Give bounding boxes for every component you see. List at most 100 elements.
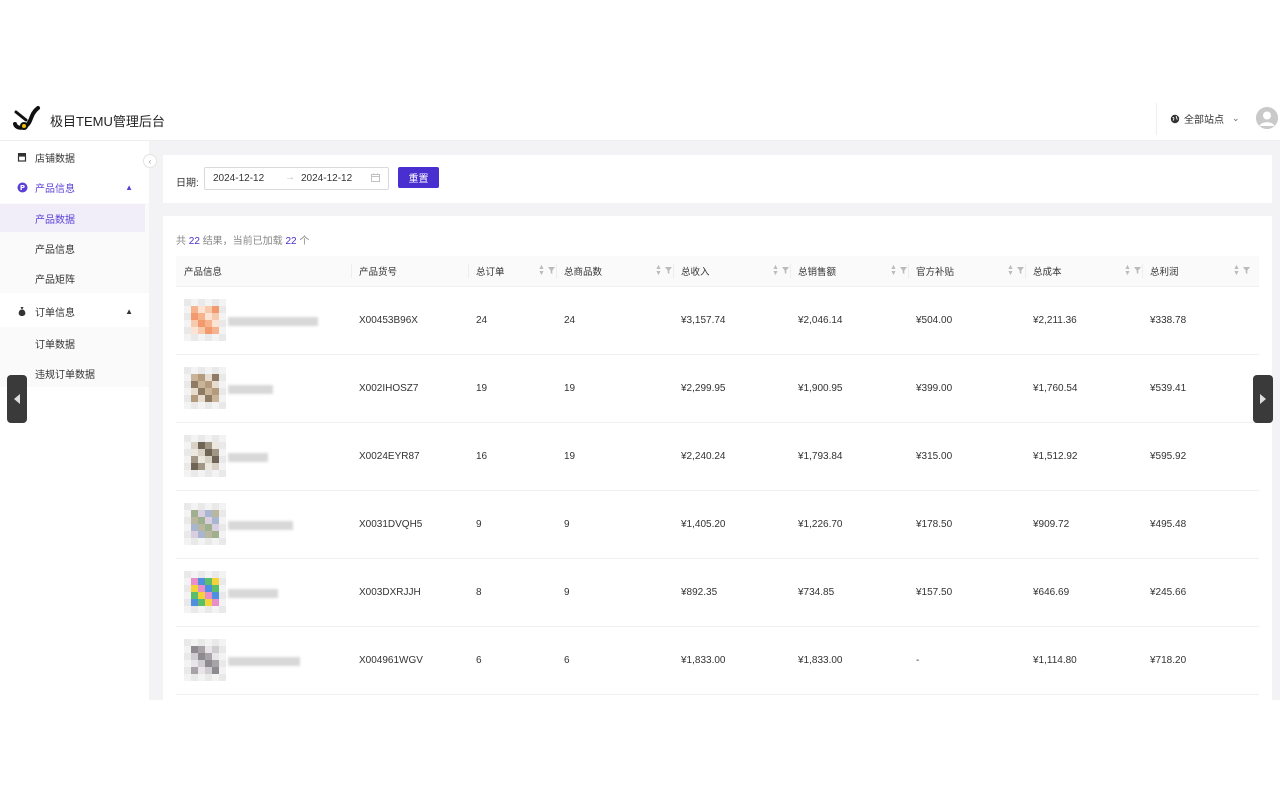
filter-icon[interactable] <box>782 267 789 274</box>
filter-icon[interactable] <box>900 267 907 274</box>
avatar[interactable] <box>1256 107 1278 129</box>
col-sku-header: 产品货号 <box>359 256 476 286</box>
table-row[interactable]: X0031DVQH5 9 9 ¥1,405.20 ¥1,226.70 ¥178.50 ¥90… <box>176 491 1259 559</box>
filter-icon[interactable] <box>1243 267 1250 274</box>
column-label: 总收入 <box>681 267 710 278</box>
site-selector[interactable]: 全部站点 ⌄ <box>1170 111 1240 126</box>
column-separator <box>1025 264 1026 278</box>
product-name-redacted <box>228 453 268 462</box>
col-total-revenue-cell: ¥2,299.95 <box>681 383 726 394</box>
product-thumbnail[interactable] <box>184 503 226 545</box>
reset-button[interactable]: 重置 <box>398 167 439 188</box>
sidebar-item-store-data[interactable]: 店铺数据 <box>0 143 145 171</box>
sidebar-group-order-info[interactable]: 订单信息 ▲ <box>0 297 145 325</box>
product-thumbnail[interactable] <box>184 571 226 613</box>
sort-icon[interactable]: ▲ ▼ <box>1124 264 1131 277</box>
sidebar-item-product-data[interactable]: 产品数据 <box>0 204 145 232</box>
product-icon: P <box>16 181 28 193</box>
table-row[interactable]: X002IHOSZ7 19 19 ¥2,299.95 ¥1,900.95 ¥399.00 ¥… <box>176 355 1259 423</box>
col-total-items-cell: 6 <box>564 655 570 666</box>
col-total-items-cell: 9 <box>564 587 570 598</box>
col-official-subsidy-cell: ¥178.50 <box>916 519 953 530</box>
col-total-items-cell: 19 <box>564 383 576 394</box>
col-total-orders-header[interactable]: 总订单 ▲ ▼ <box>476 256 564 286</box>
col-official-subsidy-cell: - <box>916 655 920 666</box>
next-page-button[interactable] <box>1253 375 1273 423</box>
col-total-cost-cell: ¥1,760.54 <box>1033 383 1078 394</box>
product-name-redacted <box>228 589 278 598</box>
col-product-info-header: 产品信息 <box>184 256 359 286</box>
sidebar-item-order-data[interactable]: 订单数据 <box>0 329 145 357</box>
col-total-cost-cell: ¥646.69 <box>1033 587 1070 598</box>
col-total-profit-header[interactable]: 总利润 ▲ ▼ <box>1150 256 1259 286</box>
chevron-up-icon: ▲ <box>125 182 133 192</box>
product-thumbnail[interactable] <box>184 299 226 341</box>
avatar-icon <box>1256 107 1278 129</box>
col-sku-cell: X0024EYR87 <box>359 451 420 462</box>
col-total-cost-cell: ¥1,114.80 <box>1033 655 1077 666</box>
product-name-redacted <box>228 657 300 666</box>
col-total-cost-header[interactable]: 总成本 ▲ ▼ <box>1033 256 1150 286</box>
column-label: 产品货号 <box>359 267 398 278</box>
col-total-sales-header[interactable]: 总销售额 ▲ ▼ <box>798 256 916 286</box>
column-label: 总商品数 <box>564 267 603 278</box>
summary-suffix: 个 <box>299 236 310 247</box>
col-total-items-header[interactable]: 总商品数 ▲ ▼ <box>564 256 681 286</box>
filter-icon[interactable] <box>548 267 555 274</box>
col-sku-cell: X004961WGV <box>359 655 423 666</box>
filter-icon[interactable] <box>665 267 672 274</box>
sort-icon[interactable]: ▲ ▼ <box>1233 264 1240 277</box>
col-total-profit-cell: ¥495.48 <box>1150 519 1187 530</box>
table-row[interactable]: X003DXRJJH 8 9 ¥892.35 ¥734.85 ¥157.50 ¥646.69… <box>176 559 1259 627</box>
column-separator <box>908 264 909 278</box>
top-header: 极目TEMU管理后台 全部站点 ⌄ <box>0 98 1280 141</box>
sidebar-item-label: 店铺数据 <box>35 153 75 165</box>
col-official-subsidy-cell: ¥315.00 <box>916 451 953 462</box>
col-total-orders-cell: 16 <box>476 451 488 462</box>
prev-page-button[interactable] <box>7 375 27 423</box>
col-total-sales-cell: ¥2,046.14 <box>798 315 843 326</box>
column-separator <box>468 264 469 278</box>
sidebar-item-product-matrix[interactable]: 产品矩阵 <box>0 264 145 292</box>
column-label: 总销售额 <box>798 267 837 278</box>
date-range-picker[interactable]: 2024-12-12 → 2024-12-12 <box>204 167 389 190</box>
product-name-redacted <box>228 521 293 530</box>
col-total-sales-cell: ¥1,833.00 <box>798 655 843 666</box>
col-total-orders-cell: 6 <box>476 655 482 666</box>
col-sku-cell: X00453B96X <box>359 315 418 326</box>
product-thumbnail[interactable] <box>184 367 226 409</box>
col-total-items-cell: 19 <box>564 451 576 462</box>
table-row[interactable]: X004961WGV 6 6 ¥1,833.00 ¥1,833.00 - ¥1,114.80… <box>176 627 1259 695</box>
col-sku-cell: X0031DVQH5 <box>359 519 423 530</box>
column-separator <box>351 264 352 278</box>
product-thumbnail[interactable] <box>184 435 226 477</box>
col-official-subsidy-cell: ¥399.00 <box>916 383 953 394</box>
filter-icon[interactable] <box>1134 267 1141 274</box>
summary-prefix: 共 <box>176 236 186 247</box>
sort-icon[interactable]: ▲ ▼ <box>772 264 779 277</box>
product-thumbnail[interactable] <box>184 639 226 681</box>
chevron-down-icon: ⌄ <box>1232 113 1240 123</box>
sidebar-group-product-info[interactable]: P 产品信息 ▲ <box>0 173 145 201</box>
table-row[interactable]: X0024EYR87 16 19 ¥2,240.24 ¥1,793.84 ¥315.00 ¥… <box>176 423 1259 491</box>
sort-icon[interactable]: ▲ ▼ <box>1007 264 1014 277</box>
col-total-profit-cell: ¥718.20 <box>1150 655 1187 666</box>
sidebar-group-label: 订单信息 <box>35 307 75 319</box>
sidebar-item-product-info[interactable]: 产品信息 <box>0 234 145 262</box>
filter-bar: 日期: 2024-12-12 → 2024-12-12 重置 <box>163 155 1272 203</box>
table-row[interactable]: X00453B96X 24 24 ¥3,157.74 ¥2,046.14 ¥504.00 ¥… <box>176 287 1259 355</box>
col-total-orders-cell: 24 <box>476 315 488 326</box>
col-total-revenue-header[interactable]: 总收入 ▲ ▼ <box>681 256 798 286</box>
order-icon <box>16 305 28 317</box>
collapse-icon[interactable]: ‹ <box>143 154 157 168</box>
arrow-left-icon <box>14 394 20 404</box>
sort-icon[interactable]: ▲ ▼ <box>655 264 662 277</box>
sort-icon[interactable]: ▲ ▼ <box>890 264 897 277</box>
end-date: 2024-12-12 <box>301 173 353 184</box>
site-selector-label: 全部站点 <box>1184 115 1224 126</box>
filter-icon[interactable] <box>1017 267 1024 274</box>
col-official-subsidy-header[interactable]: 官方补贴 ▲ ▼ <box>916 256 1033 286</box>
sort-icon[interactable]: ▲ ▼ <box>538 264 545 277</box>
col-total-cost-cell: ¥2,211.36 <box>1033 315 1077 326</box>
start-date: 2024-12-12 <box>213 173 265 184</box>
